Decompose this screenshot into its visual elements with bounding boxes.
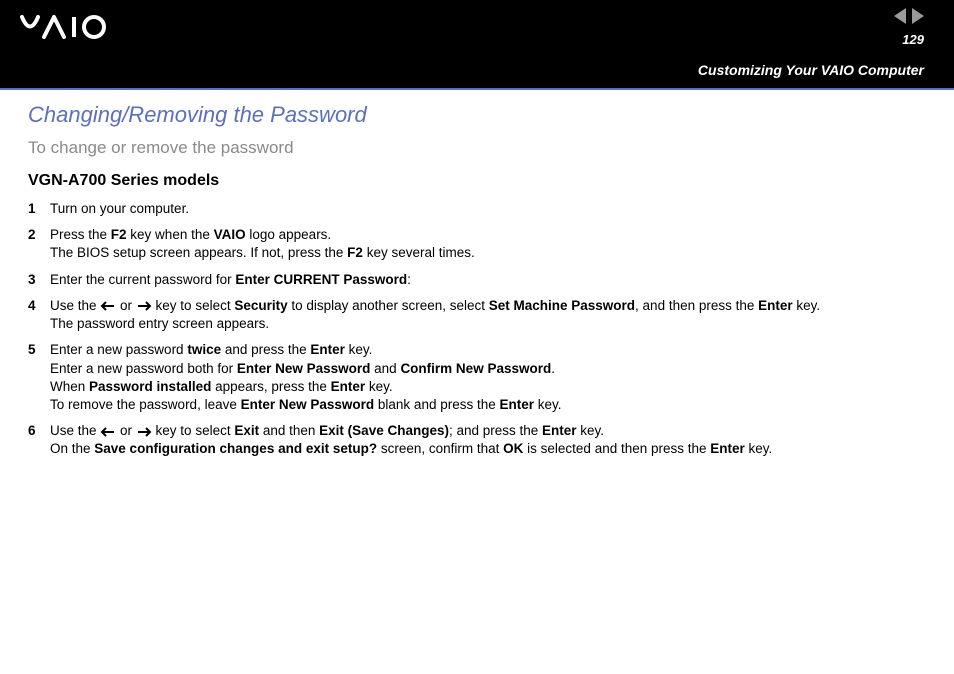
step-body: Turn on your computer. bbox=[50, 200, 926, 218]
nav-next-icon[interactable] bbox=[912, 8, 924, 24]
step-body: Enter the current password for Enter CUR… bbox=[50, 271, 926, 289]
step-body: Use the or key to select Exit and then E… bbox=[50, 422, 926, 458]
page-number: 129 bbox=[902, 32, 924, 47]
document-content: Changing/Removing the Password To change… bbox=[0, 90, 954, 487]
nav-arrows bbox=[894, 8, 924, 24]
step-number: 6 bbox=[28, 422, 50, 458]
header-subtitle: Customizing Your VAIO Computer bbox=[698, 62, 924, 78]
section-title: Changing/Removing the Password bbox=[28, 102, 926, 128]
step-body: Use the or key to select Security to dis… bbox=[50, 297, 926, 333]
step-item: 4Use the or key to select Security to di… bbox=[28, 297, 926, 333]
step-item: 1Turn on your computer. bbox=[28, 200, 926, 218]
step-number: 5 bbox=[28, 341, 50, 414]
section-subtitle: To change or remove the password bbox=[28, 138, 926, 158]
step-item: 5Enter a new password twice and press th… bbox=[28, 341, 926, 414]
step-item: 3Enter the current password for Enter CU… bbox=[28, 271, 926, 289]
step-item: 2Press the F2 key when the VAIO logo app… bbox=[28, 226, 926, 262]
model-title: VGN-A700 Series models bbox=[28, 172, 926, 190]
step-body: Enter a new password twice and press the… bbox=[50, 341, 926, 414]
step-number: 3 bbox=[28, 271, 50, 289]
nav-prev-icon[interactable] bbox=[894, 8, 906, 24]
steps-list: 1Turn on your computer.2Press the F2 key… bbox=[28, 200, 926, 459]
step-number: 2 bbox=[28, 226, 50, 262]
step-body: Press the F2 key when the VAIO logo appe… bbox=[50, 226, 926, 262]
step-number: 4 bbox=[28, 297, 50, 333]
step-item: 6Use the or key to select Exit and then … bbox=[28, 422, 926, 458]
vaio-logo bbox=[20, 14, 120, 45]
step-number: 1 bbox=[28, 200, 50, 218]
document-header: 129 Customizing Your VAIO Computer bbox=[0, 0, 954, 90]
